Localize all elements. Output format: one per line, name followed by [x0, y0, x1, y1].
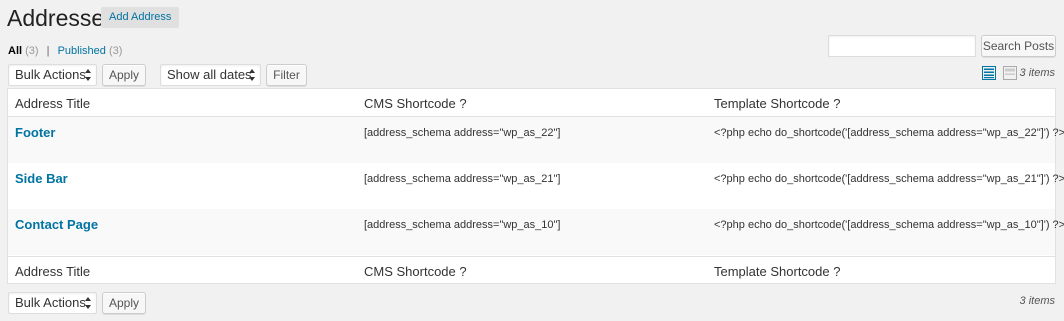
- list-view-icon[interactable]: [982, 66, 996, 80]
- column-header-template-shortcode: Template Shortcode ?: [714, 96, 841, 111]
- template-shortcode: <?php echo do_shortcode('[address_schema…: [714, 219, 1064, 231]
- items-count-bottom: 3 items: [1019, 295, 1055, 307]
- table-row: Side Bar [address_schema address="wp_as_…: [8, 163, 1064, 209]
- filter-published-count: (3): [108, 45, 123, 57]
- select-arrows-icon: [249, 69, 255, 81]
- address-title-link[interactable]: Side Bar: [15, 171, 68, 186]
- column-footer-cms-shortcode: CMS Shortcode ?: [364, 264, 467, 279]
- column-header-cms-shortcode: CMS Shortcode ?: [364, 96, 467, 111]
- select-arrows-icon: [85, 69, 91, 81]
- bulk-actions-select[interactable]: Bulk Actions: [8, 64, 97, 86]
- apply-button[interactable]: Apply: [102, 64, 146, 86]
- date-filter-value: Show all dates: [167, 67, 252, 82]
- add-address-button[interactable]: Add Address: [101, 7, 180, 28]
- table-header: Address Title CMS Shortcode ? Template S…: [8, 89, 1055, 117]
- table-row: Contact Page [address_schema address="wp…: [8, 209, 1064, 255]
- addresses-table: Address Title CMS Shortcode ? Template S…: [7, 88, 1064, 284]
- filter-all-link[interactable]: All: [8, 45, 22, 57]
- column-footer-template-shortcode: Template Shortcode ?: [714, 264, 841, 279]
- items-count: 3 items: [1019, 67, 1055, 79]
- apply-button-bottom[interactable]: Apply: [102, 292, 146, 314]
- filter-published-link[interactable]: Published: [58, 45, 106, 57]
- column-header-address-title[interactable]: Address Title: [15, 96, 90, 111]
- address-title-link[interactable]: Contact Page: [15, 217, 98, 232]
- column-footer-address-title[interactable]: Address Title: [15, 264, 90, 279]
- filter-all-count: (3): [25, 45, 39, 57]
- search-posts-button[interactable]: Search Posts: [981, 35, 1056, 57]
- table-footer: Address Title CMS Shortcode ? Template S…: [8, 256, 1055, 284]
- address-title-link[interactable]: Footer: [15, 125, 55, 140]
- bulk-actions-select-bottom[interactable]: Bulk Actions: [8, 292, 97, 314]
- template-shortcode: <?php echo do_shortcode('[address_schema…: [714, 127, 1064, 139]
- excerpt-view-icon[interactable]: [1003, 66, 1017, 80]
- search-input[interactable]: [828, 35, 976, 57]
- bulk-actions-value: Bulk Actions: [15, 67, 86, 82]
- date-filter-select[interactable]: Show all dates: [160, 64, 261, 86]
- cms-shortcode: [address_schema address="wp_as_22"]: [364, 127, 561, 139]
- page-title: Addresses: [7, 5, 116, 31]
- template-shortcode: <?php echo do_shortcode('[address_schema…: [714, 173, 1064, 185]
- table-row: Footer [address_schema address="wp_as_22…: [8, 117, 1064, 163]
- cms-shortcode: [address_schema address="wp_as_10"]: [364, 219, 561, 231]
- bulk-actions-value: Bulk Actions: [15, 295, 86, 310]
- filter-separator: |: [46, 45, 50, 57]
- status-filter-links: All (3) | Published (3): [8, 45, 122, 58]
- cms-shortcode: [address_schema address="wp_as_21"]: [364, 173, 561, 185]
- filter-button[interactable]: Filter: [266, 64, 307, 86]
- select-arrows-icon: [85, 297, 91, 309]
